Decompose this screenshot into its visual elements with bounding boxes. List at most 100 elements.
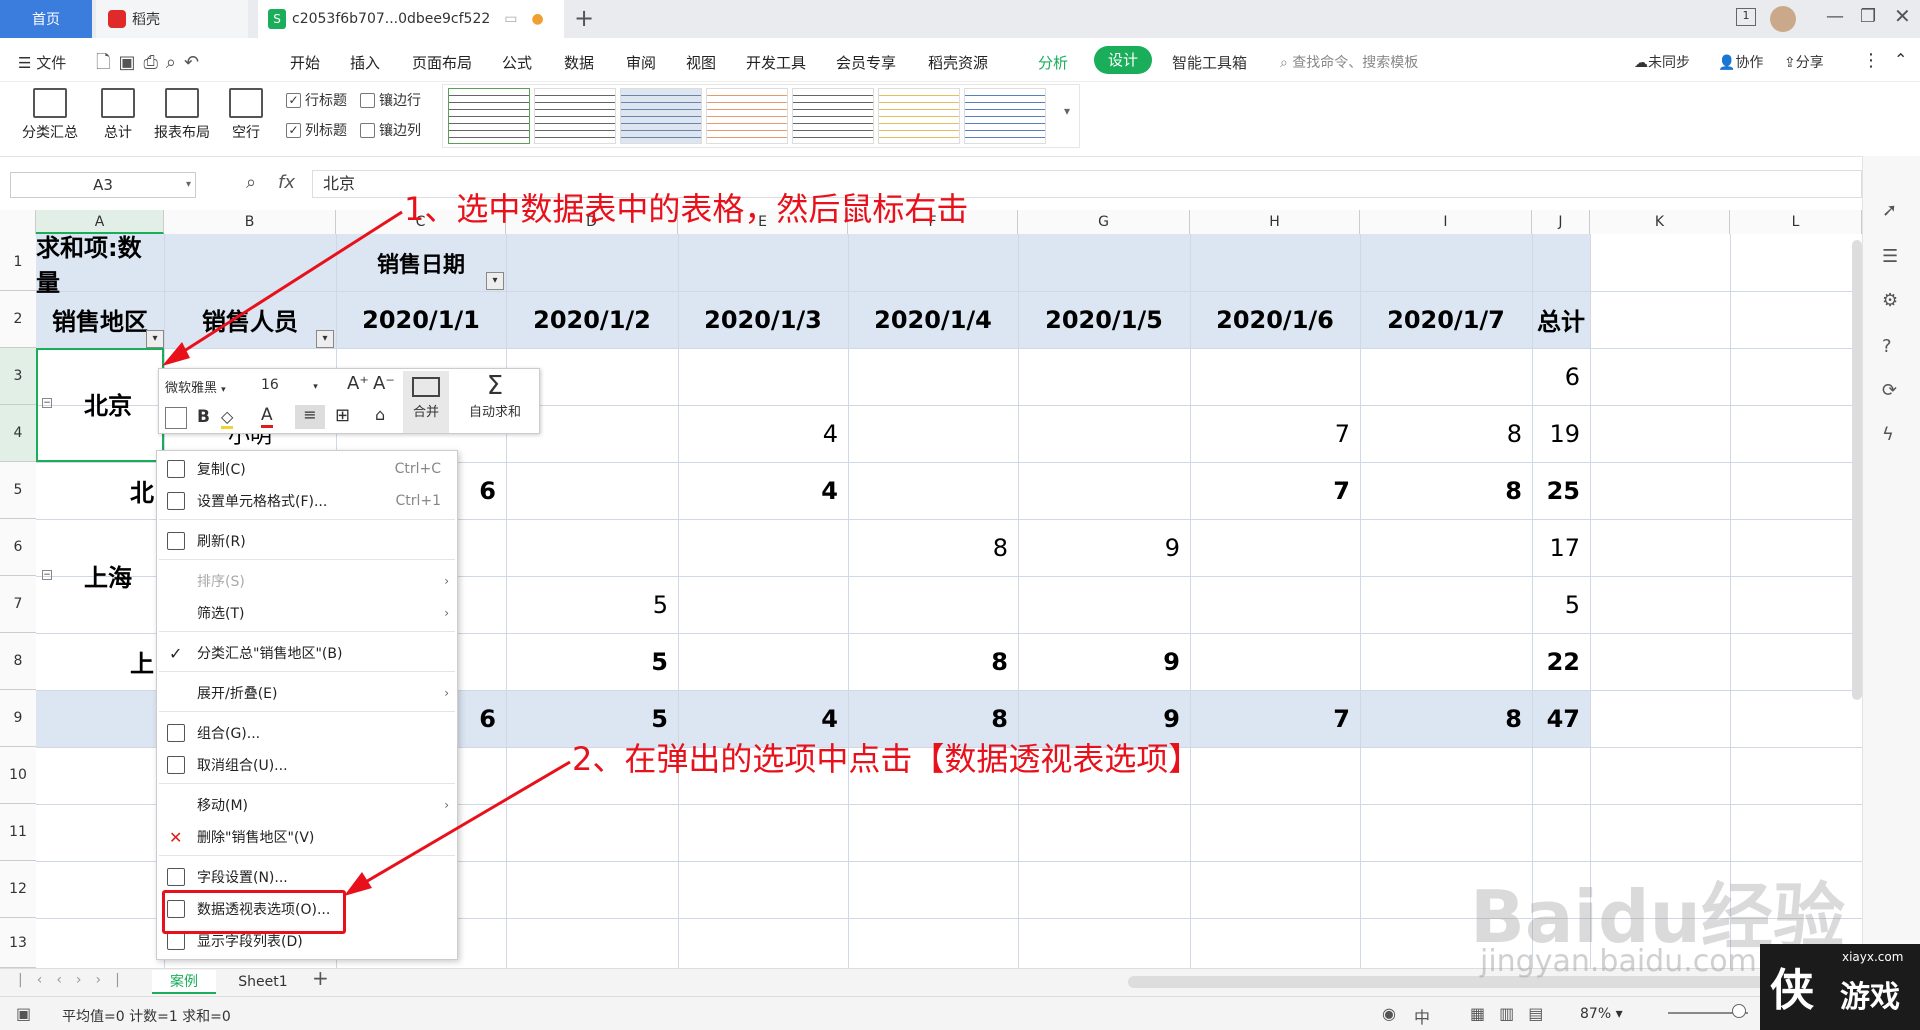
cell-j9[interactable]: 47 — [1532, 690, 1590, 747]
menu-view[interactable]: 视图 — [686, 52, 716, 73]
cell-f6[interactable]: 8 — [848, 519, 1018, 576]
fx-icon[interactable]: fx — [278, 172, 295, 193]
region-filter-icon[interactable]: ▾ — [146, 330, 164, 348]
pivot-style-orange[interactable] — [706, 88, 788, 144]
menu-format-cells[interactable]: 设置单元格格式(F)... Ctrl+1 — [157, 487, 457, 515]
column-header-l[interactable]: L — [1730, 210, 1862, 234]
row-header-12[interactable]: 12 — [0, 861, 36, 918]
row-header-2[interactable]: 2 — [0, 291, 36, 348]
salesperson-filter-icon[interactable]: ▾ — [316, 330, 334, 348]
menu-design[interactable]: 设计 — [1094, 46, 1152, 74]
cell-j6[interactable]: 17 — [1532, 519, 1590, 576]
report-layout-button[interactable]: 报表布局 — [146, 88, 218, 142]
row-header-4[interactable]: 4 — [0, 405, 36, 462]
cell-d2[interactable]: 2020/1/2 — [506, 291, 678, 348]
collapse-icon[interactable]: − — [42, 398, 52, 408]
fill-color-icon[interactable]: ◇ — [221, 407, 234, 429]
cell-b2[interactable]: 销售人员 — [164, 291, 336, 348]
cell-a1[interactable]: 求和项:数量 — [36, 234, 164, 297]
menu-ungroup[interactable]: 取消组合(U)... — [157, 751, 457, 779]
font-name-select[interactable]: 微软雅黑 ▾ — [165, 377, 257, 397]
cell-j3[interactable]: 6 — [1532, 348, 1590, 405]
close-icon[interactable]: ✕ — [1894, 4, 1911, 28]
collapse-icon[interactable]: − — [42, 570, 52, 580]
menu-start[interactable]: 开始 — [290, 52, 320, 73]
vertical-scrollbar[interactable] — [1852, 240, 1862, 700]
sheet-tab-active[interactable]: 案例 — [152, 970, 216, 994]
minimize-icon[interactable]: — — [1826, 6, 1844, 27]
column-header-h[interactable]: H — [1190, 210, 1360, 234]
cell-j4[interactable]: 19 — [1532, 405, 1590, 462]
properties-icon[interactable]: ⚙ — [1882, 290, 1898, 311]
pivot-style-gray[interactable] — [534, 88, 616, 144]
zoom-formula-icon[interactable]: ⌕ — [246, 172, 256, 193]
column-header-g[interactable]: G — [1018, 210, 1190, 234]
window-count-icon[interactable]: 1 — [1736, 8, 1756, 26]
align-icon[interactable]: ≡ — [295, 405, 325, 429]
cell-d7[interactable]: 5 — [506, 576, 678, 633]
menu-refresh[interactable]: 刷新(R) — [157, 527, 457, 555]
row-header-1[interactable]: 1 — [0, 234, 36, 291]
cell-h2[interactable]: 2020/1/6 — [1190, 291, 1360, 348]
menu-expand-collapse[interactable]: 展开/折叠(E) › — [157, 679, 457, 707]
cell-i5[interactable]: 8 — [1360, 462, 1532, 519]
menu-delete-region[interactable]: ✕ 删除"销售地区"(V) — [157, 823, 457, 851]
cell-a3[interactable]: 北京 — [60, 378, 156, 428]
cell-a5[interactable]: 北 — [36, 462, 164, 519]
row-header-8[interactable]: 8 — [0, 633, 36, 690]
format-brush-icon[interactable]: ⌂ — [375, 405, 385, 424]
column-header-b[interactable]: B — [164, 210, 336, 234]
border-icon[interactable]: ⊞ — [335, 405, 350, 426]
restore-icon[interactable]: ❐ — [1860, 6, 1876, 27]
menu-formula[interactable]: 公式 — [502, 52, 532, 73]
sheet-nav-icons[interactable]: |‹‹››| — [18, 972, 134, 988]
cell-h9[interactable]: 7 — [1190, 690, 1360, 747]
command-search[interactable]: ⌕ 查找命令、搜索模板 — [1280, 52, 1418, 72]
cell-c2[interactable]: 2020/1/1 — [336, 291, 506, 348]
zoom-slider-handle[interactable] — [1732, 1004, 1746, 1018]
pivot-style-dark[interactable] — [792, 88, 874, 144]
sales-date-filter-icon[interactable]: ▾ — [486, 272, 504, 290]
avatar[interactable] — [1770, 6, 1796, 32]
cell-c1[interactable]: 销售日期 — [336, 234, 506, 291]
font-color-button[interactable]: A — [261, 405, 273, 428]
cell-h4[interactable]: 7 — [1190, 405, 1360, 462]
format-painter-select-icon[interactable] — [165, 407, 187, 429]
increase-font-icon[interactable]: A⁺ — [347, 373, 369, 394]
new-tab-icon[interactable]: + — [574, 4, 594, 32]
cell-e4[interactable]: 4 — [678, 405, 848, 462]
cell-g6[interactable]: 9 — [1018, 519, 1190, 576]
cell-f8[interactable]: 8 — [848, 633, 1018, 690]
row-header-10[interactable]: 10 — [0, 747, 36, 804]
cell-a8[interactable]: 上 — [36, 633, 164, 690]
menu-page-layout[interactable]: 页面布局 — [412, 52, 472, 73]
view-mode-icons[interactable]: ▦▥▤ — [1470, 1004, 1557, 1023]
pivot-style-green[interactable] — [448, 88, 530, 144]
merge-button[interactable]: 合并 — [403, 371, 449, 433]
row-header-7[interactable]: 7 — [0, 576, 36, 633]
col-header-checkbox[interactable]: ✓ 列标题 — [286, 120, 347, 140]
banded-rows-checkbox[interactable]: 镶边行 — [360, 90, 421, 110]
menu-daoke-resources[interactable]: 稻壳资源 — [928, 52, 988, 73]
collab-button[interactable]: 👤协作 — [1718, 52, 1763, 72]
row-header-6[interactable]: 6 — [0, 519, 36, 576]
cell-e5[interactable]: 4 — [678, 462, 848, 519]
subtotal-button[interactable]: 分类汇总 — [12, 88, 88, 142]
font-size-select[interactable]: 16 ▾ — [261, 377, 341, 397]
collapse-ribbon-icon[interactable]: ⌃ — [1894, 50, 1907, 69]
menu-group[interactable]: 组合(G)... — [157, 719, 457, 747]
menu-field-settings[interactable]: 字段设置(N)... — [157, 863, 457, 891]
row-header-11[interactable]: 11 — [0, 804, 36, 861]
menu-review[interactable]: 审阅 — [626, 52, 656, 73]
banded-cols-checkbox[interactable]: 镶边列 — [360, 120, 421, 140]
column-header-j[interactable]: J — [1532, 210, 1590, 234]
quick-access-icons[interactable]: 🗋▣⎙⌕↶ — [96, 50, 207, 80]
pivot-style-blue[interactable] — [620, 88, 702, 144]
cell-i4[interactable]: 8 — [1360, 405, 1532, 462]
select-all-corner[interactable] — [0, 210, 36, 234]
share-button[interactable]: ⇪分享 — [1784, 52, 1824, 72]
name-box[interactable]: A3 ▾ — [10, 172, 196, 198]
menu-analyze[interactable]: 分析 — [1038, 52, 1068, 73]
lightning-icon[interactable]: ϟ — [1882, 424, 1894, 445]
menu-insert[interactable]: 插入 — [350, 52, 380, 73]
